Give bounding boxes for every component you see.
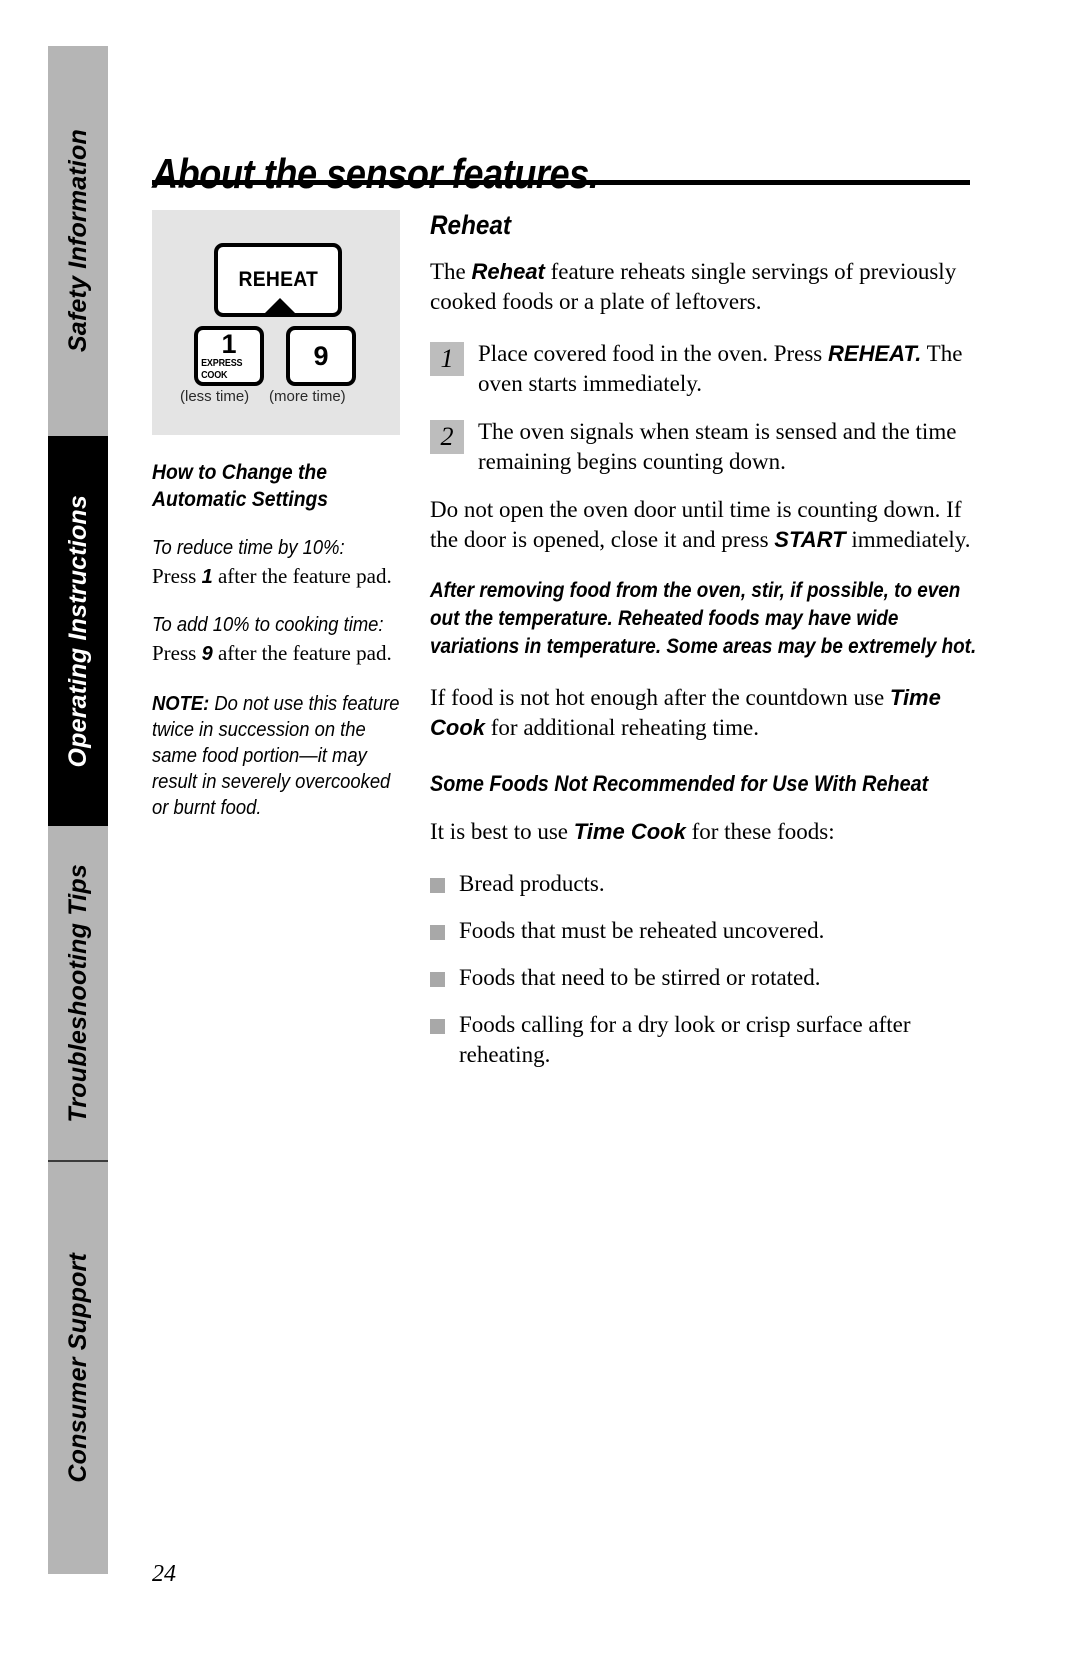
add-instruction-pre: Press	[152, 641, 202, 665]
reduce-instruction-key: 1	[201, 566, 213, 588]
keypad-diagram: REHEAT 1 EXPRESS COOK 9 (less time) (mor…	[152, 210, 400, 435]
add-time-label: To add 10% to cooking time:	[152, 614, 384, 636]
step-number: 2	[430, 420, 464, 454]
sidebar-item-label: Troubleshooting Tips	[63, 863, 92, 1123]
step-text-pre: The oven signals when steam is sensed an…	[478, 419, 957, 474]
not-hot-paragraph: If food is not hot enough after the coun…	[430, 683, 982, 743]
caption-less-time: (less time)	[180, 388, 250, 405]
step-text-bold: REHEAT.	[828, 341, 922, 366]
left-column-heading: How to Change the Automatic Settings	[152, 461, 329, 511]
sidebar-item-consumer-support[interactable]: Consumer Support	[48, 1162, 108, 1574]
sidebar-tab-rail: Safety Information Operating Instruction…	[48, 46, 108, 1574]
sidebar-item-label: Consumer Support	[63, 1253, 92, 1483]
triangle-pointer-icon	[263, 298, 297, 315]
sidebar-item-safety-information[interactable]: Safety Information	[48, 46, 108, 436]
page-title: About the sensor features.	[152, 150, 599, 198]
intro-bold: Reheat	[471, 259, 545, 284]
step-number: 1	[430, 342, 464, 376]
reduce-time-instruction: Press 1 after the feature pad.	[152, 563, 412, 590]
list-item-label: Foods that must be reheated uncovered.	[459, 918, 825, 943]
bullet-square-icon	[430, 1019, 445, 1034]
list-item-label: Foods that need to be stirred or rotated…	[459, 965, 821, 990]
step-text: Place covered food in the oven. Press RE…	[478, 339, 982, 399]
key-one[interactable]: 1 EXPRESS COOK	[194, 326, 264, 386]
key-one-sublabel: EXPRESS COOK	[201, 357, 243, 381]
add-instruction-post: after the feature pad.	[212, 641, 392, 665]
list-item: Foods that must be reheated uncovered.	[430, 916, 982, 946]
page-number: 24	[152, 1561, 176, 1587]
sidebar-item-troubleshooting-tips[interactable]: Troubleshooting Tips	[48, 826, 108, 1160]
door-warning-post: immediately.	[845, 527, 971, 552]
step-text-pre: Place covered food in the oven. Press	[478, 341, 829, 366]
right-column: Reheat The Reheat feature reheats single…	[430, 210, 982, 1087]
reduce-instruction-post: after the feature pad.	[212, 564, 392, 588]
key-nine[interactable]: 9	[286, 326, 356, 386]
intro-pre: The	[430, 259, 472, 284]
step-item: 2 The oven signals when steam is sensed …	[430, 417, 982, 477]
key-nine-digit: 9	[313, 341, 329, 371]
foods-intro-post: for these foods:	[685, 819, 835, 844]
sidebar-item-operating-instructions[interactable]: Operating Instructions	[48, 436, 108, 826]
sidebar-item-label: Safety Information	[63, 129, 92, 353]
stir-warning-paragraph: After removing food from the oven, stir,…	[430, 579, 977, 658]
not-hot-post: for additional reheating time.	[485, 715, 759, 740]
page-content: About the sensor features. REHEAT 1 EXPR…	[152, 0, 982, 1669]
foods-intro-paragraph: It is best to use Time Cook for these fo…	[430, 817, 982, 847]
reduce-time-label: To reduce time by 10%:	[152, 537, 345, 559]
caption-more-time: (more time)	[269, 388, 346, 405]
reheat-intro-paragraph: The Reheat feature reheats single servin…	[430, 257, 982, 317]
sidebar-item-label: Operating Instructions	[63, 494, 92, 768]
not-hot-pre: If food is not hot enough after the coun…	[430, 685, 890, 710]
add-time-instruction: Press 9 after the feature pad.	[152, 640, 412, 667]
title-rule	[152, 180, 970, 185]
list-item: Bread products.	[430, 869, 982, 899]
reheat-heading: Reheat	[430, 210, 512, 240]
list-item-label: Foods calling for a dry look or crisp su…	[459, 1012, 911, 1067]
note-block: NOTE: Do not use this feature twice in s…	[152, 691, 402, 821]
door-warning-paragraph: Do not open the oven door until time is …	[430, 495, 982, 555]
step-text: The oven signals when steam is sensed an…	[478, 417, 982, 477]
key-one-digit: 1	[221, 328, 237, 359]
add-instruction-key: 9	[201, 643, 213, 665]
list-item: Foods that need to be stirred or rotated…	[430, 963, 982, 993]
door-warning-bold: START	[774, 527, 846, 552]
bullet-square-icon	[430, 972, 445, 987]
bullet-square-icon	[430, 925, 445, 940]
foods-not-recommended-heading: Some Foods Not Recommended for Use With …	[430, 771, 929, 796]
reduce-instruction-pre: Press	[152, 564, 202, 588]
left-column: REHEAT 1 EXPRESS COOK 9 (less time) (mor…	[152, 210, 405, 821]
note-label: NOTE:	[152, 693, 210, 715]
foods-intro-bold: Time Cook	[573, 819, 686, 844]
bullet-square-icon	[430, 878, 445, 893]
reheat-key-label: REHEAT	[238, 268, 318, 291]
list-item: Foods calling for a dry look or crisp su…	[430, 1010, 982, 1070]
foods-intro-pre: It is best to use	[430, 819, 574, 844]
step-item: 1 Place covered food in the oven. Press …	[430, 339, 982, 399]
list-item-label: Bread products.	[459, 871, 605, 896]
